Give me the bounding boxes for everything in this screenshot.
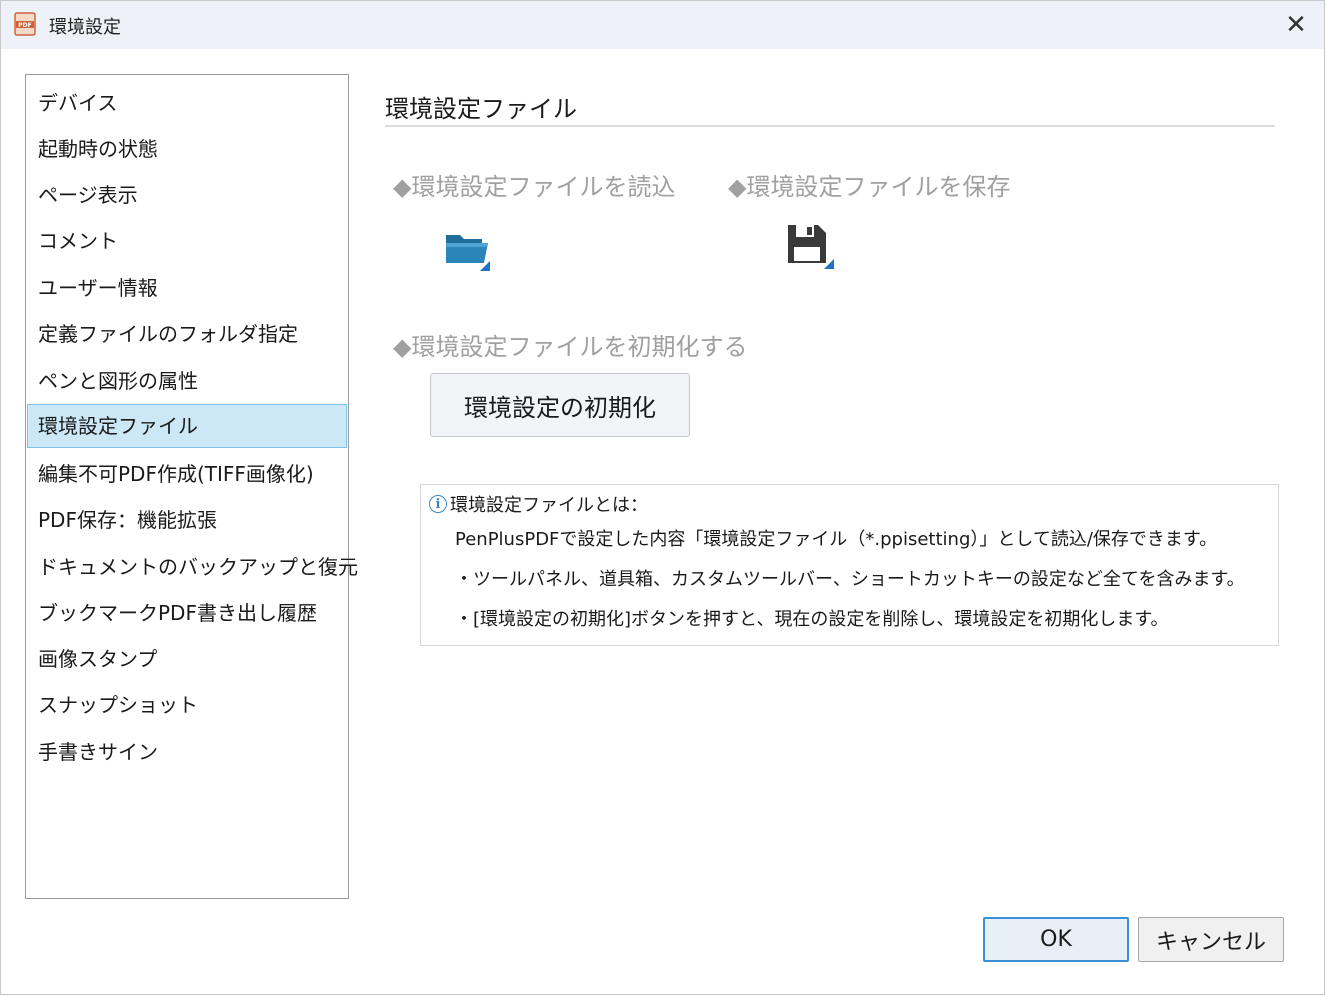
sidebar-item-pdf-save-extension[interactable]: PDF保存：機能拡張 — [27, 498, 347, 542]
open-folder-icon[interactable] — [443, 223, 495, 275]
info-panel: i 環境設定ファイルとは： PenPlusPDFで設定した内容「環境設定ファイル… — [420, 484, 1279, 646]
sidebar-item-comment[interactable]: コメント — [27, 219, 347, 263]
sidebar-item-definition-folder[interactable]: 定義ファイルのフォルダ指定 — [27, 312, 347, 356]
sidebar-item-bookmark-export-history[interactable]: ブックマークPDF書き出し履歴 — [27, 591, 347, 635]
sidebar-item-snapshot[interactable]: スナップショット — [27, 683, 347, 727]
info-bullet-1: ・ツールパネル、道具箱、カスタムツールバー、ショートカットキーの設定など全てを含… — [455, 569, 1245, 590]
info-heading: i 環境設定ファイルとは： — [429, 491, 648, 517]
sidebar-item-pen-shape-attributes[interactable]: ペンと図形の属性 — [27, 359, 347, 403]
title-divider — [385, 125, 1275, 127]
load-settings-label: ◆環境設定ファイルを読込 — [393, 173, 676, 201]
sidebar-item-uneditable-pdf[interactable]: 編集不可PDF作成(TIFF画像化) — [27, 452, 347, 496]
sidebar-item-startup-state[interactable]: 起動時の状態 — [27, 127, 347, 171]
title-bar: PDF 環境設定 ✕ — [1, 1, 1324, 49]
pdf-app-icon: PDF — [14, 12, 36, 36]
sidebar-item-image-stamp[interactable]: 画像スタンプ — [27, 637, 347, 681]
settings-category-list[interactable]: デバイス 起動時の状態 ページ表示 コメント ユーザー情報 定義ファイルのフォル… — [25, 74, 358, 899]
reset-settings-button[interactable]: 環境設定の初期化 — [430, 373, 690, 437]
info-bullet-2: ・[環境設定の初期化]ボタンを押すと、現在の設定を削除し、環境設定を初期化します… — [455, 609, 1169, 630]
cancel-button[interactable]: キャンセル — [1138, 917, 1284, 962]
floppy-disk-icon[interactable] — [786, 221, 838, 273]
save-settings-label: ◆環境設定ファイルを保存 — [728, 173, 1011, 201]
close-icon[interactable]: ✕ — [1268, 1, 1324, 49]
ok-button[interactable]: OK — [983, 917, 1129, 962]
info-heading-text: 環境設定ファイルとは： — [450, 495, 648, 516]
settings-dialog: PDF 環境設定 ✕ デバイス 起動時の状態 ページ表示 コメント ユーザー情報… — [0, 0, 1325, 995]
page-title: 環境設定ファイル — [385, 95, 577, 123]
reset-settings-label: ◆環境設定ファイルを初期化する — [393, 333, 748, 361]
sidebar-item-device[interactable]: デバイス — [27, 81, 347, 125]
window-title: 環境設定 — [49, 17, 121, 38]
info-icon: i — [429, 495, 447, 513]
sidebar-item-user-info[interactable]: ユーザー情報 — [27, 266, 347, 310]
svg-text:PDF: PDF — [18, 22, 31, 29]
info-description: PenPlusPDFで設定した内容「環境設定ファイル（*.ppisetting）… — [455, 529, 1218, 550]
sidebar-item-settings-file[interactable]: 環境設定ファイル — [27, 404, 347, 448]
sidebar-item-handwritten-signature[interactable]: 手書きサイン — [27, 730, 347, 774]
sidebar-item-page-display[interactable]: ページ表示 — [27, 173, 347, 217]
sidebar-item-backup-restore[interactable]: ドキュメントのバックアップと復元 — [27, 545, 358, 589]
